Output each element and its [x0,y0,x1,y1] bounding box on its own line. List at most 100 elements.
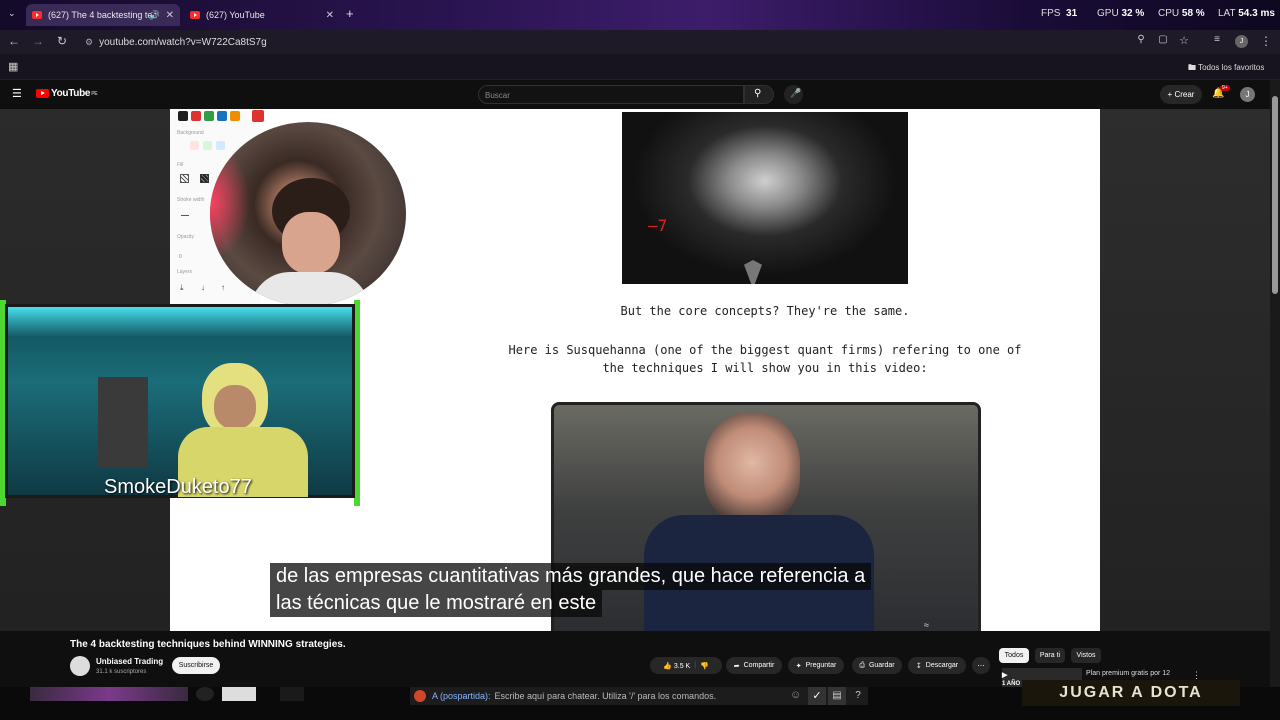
zoom-icon[interactable]: ⚲ [1133,34,1149,45]
chip-for-you[interactable]: Para ti [1035,648,1065,663]
forward-icon[interactable]: → [30,34,46,48]
cyan-led-light [8,307,352,337]
share-button[interactable]: ➦ Compartir [726,657,782,674]
subscriber-count: 31.1 k suscriptores [96,669,147,675]
send-back-icon: ⤓ [180,283,184,292]
streamer-face [282,212,340,274]
like-button[interactable]: 👍 3.5 K [663,662,690,670]
tab-video[interactable]: (627) The 4 backtesting tec 🔊 ✕ [26,4,180,26]
hamburger-menu-icon[interactable]: ☰ [12,87,22,100]
share-icon: ➦ [733,662,740,670]
close-tab-icon[interactable]: ✕ [326,10,334,21]
opacity-label: Opacity [177,234,194,240]
cross-fill-icon [200,174,209,183]
region-code: PE [91,90,98,97]
chip-all[interactable]: Todos [999,648,1029,663]
channel-name[interactable]: Unbiased Trading [96,657,163,666]
youtube-avatar[interactable]: J [1240,87,1255,102]
cpu-stat: CPU 58 % [1158,8,1205,19]
speaker-face [704,413,800,523]
help-icon[interactable]: ? [850,687,866,705]
subscribe-button[interactable]: Suscribirse [172,657,220,674]
lat-stat: LAT 54.3 ms [1218,8,1275,19]
subtitles: de las empresas cuantitativas más grande… [270,563,962,617]
search-input[interactable]: Buscar [478,85,744,104]
bookmark-star-icon[interactable]: ☆ [1176,34,1192,47]
youtube-logo[interactable]: YouTube PE [36,88,98,99]
browser-menu-icon[interactable]: ⋮ [1258,34,1274,48]
doc-text-core-concepts: But the core concepts? They're the same. [620,304,910,318]
emoji-icon[interactable]: ☺ [790,689,801,701]
color-swatch-blue [217,111,227,121]
hatch-fill-icon [180,174,189,183]
play-dota-banner[interactable]: JUGAR A DOTA [1022,680,1240,706]
back-icon[interactable]: ← [6,34,22,48]
taskbar-app-icon[interactable] [196,687,214,701]
download-icon: ↧ [915,662,922,670]
layers-label: Layers [177,269,193,275]
bring-forward-icon: ↑ [221,283,225,292]
webcam-overlay [5,304,355,498]
scrollbar-thumb[interactable] [1272,96,1278,294]
webcam-face [214,385,256,429]
save-icon: ⎙ [859,661,865,669]
youtube-wordmark: YouTube [51,88,91,99]
portrait-tie [744,260,762,284]
doc-text-susquehanna: Here is Susquehanna (one of the biggest … [508,343,1022,375]
all-bookmarks[interactable]: 🖿 Todos los favoritos [1188,62,1264,76]
fps-stat: FPS 31 [1041,8,1078,19]
url-text: youtube.com/watch?v=W722Ca8tS7g [99,36,267,48]
channel-avatar[interactable] [70,656,90,676]
reload-icon[interactable]: ↻ [54,34,70,48]
ask-button[interactable]: ✦ Preguntar [788,657,844,674]
search-button[interactable]: ⚲ [744,85,774,104]
save-button[interactable]: ⎙ Guardar [852,657,902,674]
mic-icon: 🎤 [790,88,802,98]
handwritten-annotation: –7 [648,216,668,235]
taskbar-item[interactable] [280,687,304,701]
close-tab-icon[interactable]: ✕ [166,10,174,21]
watermark-icon: ≈ [924,620,929,630]
send-backward-icon: ↓ [201,283,205,292]
portrait-photo: –7 [622,112,908,284]
address-toolbar: ← → ↻ ⚙ youtube.com/watch?v=W722Ca8tS7g … [0,30,1280,54]
more-actions-button[interactable]: ⋯ [972,657,990,674]
install-icon[interactable]: ▢ [1155,34,1171,45]
profile-avatar[interactable]: J [1235,35,1248,48]
ask-label: Preguntar [805,662,837,669]
search-placeholder: Buscar [485,91,510,100]
taskbar-thumbnails[interactable] [30,687,188,701]
media-queue-icon[interactable]: ≡ [1209,34,1225,45]
browser-tab-bar: ⌄ (627) The 4 backtesting tec 🔊 ✕ (627) … [0,0,1280,30]
streamer-name: SmokeDuketo77 [104,476,252,498]
download-button[interactable]: ↧ Descargar [908,657,966,674]
save-label: Guardar [868,662,895,669]
youtube-favicon-icon [190,11,200,19]
gpu-stat: GPU 32 % [1097,8,1145,19]
youtube-favicon-icon [32,11,42,19]
stroke-thin-icon [181,215,189,216]
tab-list-chevron-icon[interactable]: ⌄ [8,8,16,19]
speaker-icon[interactable]: 🔊 [149,10,160,21]
chip-watched[interactable]: Vistos [1071,648,1101,663]
color-swatch-green [204,111,214,121]
apps-grid-icon[interactable]: ▦ [8,60,18,73]
create-label: Crear [1174,90,1195,99]
game-chat-input[interactable]: A (pospartida): Escribe aquí para chatea… [410,687,868,705]
create-button[interactable]: + Crear [1160,85,1202,104]
opacity-value: 0 [179,254,182,260]
background-shelf [98,377,148,467]
taskbar-window-icon[interactable] [222,687,256,701]
video-right-bg [1100,109,1270,631]
like-dislike-group: 👍 3.5 K | 👎 [650,657,722,674]
tab-youtube[interactable]: (627) YouTube ✕ [184,4,340,26]
voice-search-button[interactable]: 🎤 [784,85,803,104]
tab-video-label: (627) The 4 backtesting tec [48,10,157,20]
dislike-icon[interactable]: 👎 [700,662,709,670]
translate-icon[interactable]: ▤ [828,687,846,705]
url-field[interactable]: ⚙ youtube.com/watch?v=W722Ca8tS7g [85,33,1145,51]
new-tab-button[interactable]: + [346,6,354,21]
current-color-swatch [252,110,264,122]
confirm-check-icon[interactable]: ✓ [808,687,826,705]
site-info-icon[interactable]: ⚙ [85,37,93,48]
